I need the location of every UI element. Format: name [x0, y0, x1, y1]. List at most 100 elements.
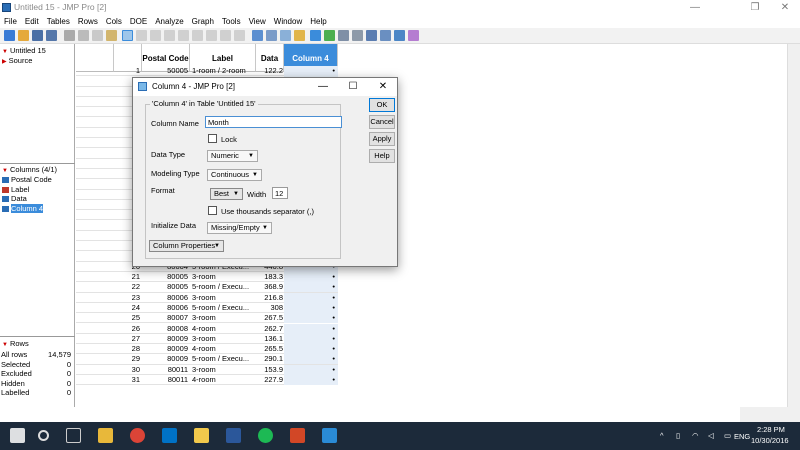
multivariate-icon[interactable]: [366, 30, 377, 41]
cell-data[interactable]: 368.9: [256, 282, 283, 292]
row-number[interactable]: 28: [114, 344, 140, 354]
cell-label[interactable]: 3-room: [192, 365, 254, 375]
line-tool-icon[interactable]: [234, 30, 245, 41]
menu-doe[interactable]: DOE: [126, 15, 151, 28]
cell-data[interactable]: 267.5: [256, 313, 283, 323]
clock-date[interactable]: 10/30/2016: [751, 436, 789, 445]
row-number[interactable]: 25: [114, 313, 140, 323]
folder-icon[interactable]: [294, 30, 305, 41]
save-icon[interactable]: [32, 30, 43, 41]
cell-postal-code[interactable]: 80011: [142, 375, 188, 385]
cell-data[interactable]: 227.9: [256, 375, 283, 385]
row-number[interactable]: 24: [114, 303, 140, 313]
menu-cols[interactable]: Cols: [102, 15, 126, 28]
cell-data[interactable]: 216.8: [256, 293, 283, 303]
column-item-data[interactable]: Data: [2, 194, 27, 203]
column-name-input[interactable]: Month: [205, 116, 342, 128]
cell-column-4[interactable]: •: [284, 375, 338, 385]
cell-postal-code[interactable]: 80009: [142, 344, 188, 354]
cell-label[interactable]: 3-room: [192, 293, 254, 303]
row-number[interactable]: 31: [114, 375, 140, 385]
table-row[interactable]: 30 80011 3-room 153.9 •: [76, 364, 338, 375]
distribution-icon[interactable]: [338, 30, 349, 41]
graph-builder-icon[interactable]: [324, 30, 335, 41]
cell-column-4[interactable]: •: [284, 282, 338, 293]
dialog-titlebar[interactable]: Column 4 - JMP Pro [2] — ☐ ✕: [133, 78, 397, 96]
print-icon[interactable]: [64, 30, 75, 41]
wifi-icon[interactable]: ◠: [692, 431, 699, 440]
tray-chevron-icon[interactable]: ^: [660, 431, 664, 440]
screening-icon[interactable]: [380, 30, 391, 41]
menu-tools[interactable]: Tools: [218, 15, 245, 28]
spotify-icon[interactable]: [258, 428, 273, 443]
cell-column-4[interactable]: •: [284, 333, 338, 344]
menu-analyze[interactable]: Analyze: [151, 15, 187, 28]
cell-label[interactable]: 3-room: [192, 272, 254, 282]
cell-column-4[interactable]: •: [284, 292, 338, 303]
list-icon[interactable]: [280, 30, 291, 41]
arrow-tool-icon[interactable]: [122, 30, 133, 41]
network-icon[interactable]: ▯: [676, 431, 680, 440]
table-row[interactable]: 21 80005 3-room 183.3 •: [76, 272, 338, 283]
width-input[interactable]: 12: [272, 187, 288, 199]
lasso-tool-icon[interactable]: [164, 30, 175, 41]
powerpoint-icon[interactable]: [290, 428, 305, 443]
cell-data[interactable]: 262.7: [256, 324, 283, 334]
cell-data[interactable]: 122.2: [256, 66, 283, 76]
ok-button[interactable]: OK: [369, 98, 395, 112]
paste-icon[interactable]: [106, 30, 117, 41]
fit-model-icon[interactable]: [352, 30, 363, 41]
cell-postal-code[interactable]: 80005: [142, 282, 188, 292]
table-row[interactable]: 27 80009 3-room 136.1 •: [76, 333, 338, 345]
jmp-taskbar-icon[interactable]: [322, 428, 337, 443]
cell-postal-code[interactable]: 80011: [142, 365, 188, 375]
column-item-column-4[interactable]: Column 4: [2, 203, 44, 213]
red-triangle-icon[interactable]: ▼: [2, 168, 8, 174]
menu-tables[interactable]: Tables: [43, 15, 74, 28]
cell-label[interactable]: 5-room / Execu...: [192, 354, 254, 364]
table-row[interactable]: 1 50005 1-room / 2-room 122.2 •: [76, 66, 338, 77]
row-number[interactable]: 1: [114, 66, 140, 76]
cell-column-4[interactable]: •: [284, 364, 338, 375]
cell-data[interactable]: 153.9: [256, 365, 283, 375]
search-icon[interactable]: [38, 430, 49, 441]
close-button[interactable]: ✕: [770, 0, 800, 15]
language-indicator[interactable]: ENG: [734, 432, 750, 441]
dialog-minimize-button[interactable]: —: [313, 80, 333, 94]
restore-button[interactable]: ❐: [740, 0, 770, 15]
table-row[interactable]: 31 80011 4-room 227.9 •: [76, 375, 338, 386]
cell-column-4[interactable]: •: [284, 66, 338, 76]
task-view-icon[interactable]: [66, 428, 81, 443]
outlook-icon[interactable]: [162, 428, 177, 443]
column-item-postal-code[interactable]: Postal Code: [2, 175, 52, 184]
selection-tool-icon[interactable]: [206, 30, 217, 41]
row-number[interactable]: 29: [114, 354, 140, 364]
rows-header[interactable]: ▼ Rows: [0, 339, 75, 349]
menu-file[interactable]: File: [0, 15, 21, 28]
new-table-icon[interactable]: [4, 30, 15, 41]
thousands-separator-checkbox[interactable]: [208, 206, 217, 215]
menu-graph[interactable]: Graph: [188, 15, 218, 28]
cell-postal-code[interactable]: 80007: [142, 313, 188, 323]
cell-column-4[interactable]: •: [284, 272, 338, 282]
modeling-type-dropdown[interactable]: Continuous ▼: [207, 169, 262, 181]
dialog-maximize-button[interactable]: ☐: [343, 80, 363, 94]
row-number[interactable]: 30: [114, 365, 140, 375]
table-row[interactable]: 25 80007 3-room 267.5 •: [76, 313, 338, 324]
menu-edit[interactable]: Edit: [21, 15, 43, 28]
source-row[interactable]: ▶ Source: [0, 56, 75, 66]
data-type-dropdown[interactable]: Numeric ▼: [207, 150, 258, 162]
apply-button[interactable]: Apply: [369, 132, 395, 146]
table-row[interactable]: 22 80005 5-room / Execu... 368.9 •: [76, 282, 338, 293]
menu-view[interactable]: View: [245, 15, 270, 28]
cell-column-4[interactable]: •: [284, 313, 338, 324]
cancel-button[interactable]: Cancel: [369, 115, 395, 129]
menu-rows[interactable]: Rows: [74, 15, 102, 28]
pencil-icon[interactable]: [408, 30, 419, 41]
dialog-close-button[interactable]: ✕: [373, 80, 393, 94]
sticky-notes-icon[interactable]: [194, 428, 209, 443]
cell-label[interactable]: 4-room: [192, 375, 254, 385]
help-button[interactable]: Help: [369, 149, 395, 163]
crosshair-tool-icon[interactable]: [136, 30, 147, 41]
cell-postal-code[interactable]: 50005: [142, 66, 188, 76]
